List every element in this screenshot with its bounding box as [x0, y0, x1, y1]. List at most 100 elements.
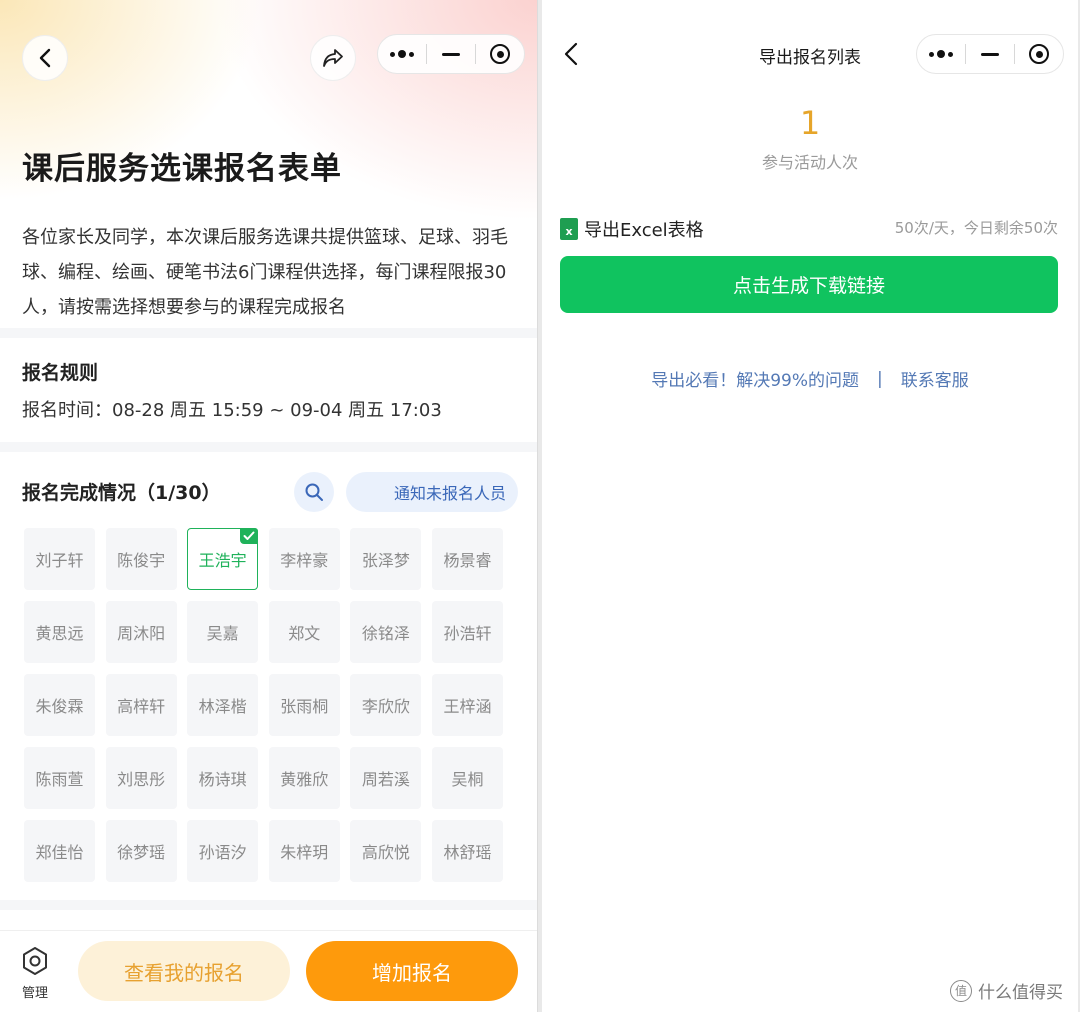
export-quota: 50次/天，今日剩余50次	[894, 219, 1058, 237]
participant-name: 周沐阳	[117, 624, 166, 643]
participant-chip[interactable]: 朱俊霖	[24, 674, 95, 736]
link-separator: |	[877, 368, 883, 389]
participant-chip[interactable]: 郑文	[268, 601, 340, 663]
participant-name: 李梓豪	[280, 551, 329, 570]
participant-chip[interactable]: 李欣欣	[350, 674, 422, 736]
participants-label: 参与活动人次	[761, 153, 858, 172]
section-divider	[0, 328, 537, 338]
minimize-icon	[981, 52, 999, 56]
watermark-logo-icon: 值	[950, 979, 972, 1002]
participant-chip[interactable]: 陈雨萱	[24, 747, 95, 809]
miniprogram-capsule	[916, 34, 1064, 74]
manage-label: 管理	[21, 986, 48, 1001]
signup-form-panel: 课后服务选课报名表单 各位家长及同学，本次课后服务选课共提供篮球、足球、羽毛球、…	[0, 0, 538, 1012]
participant-name: 郑文	[288, 624, 321, 643]
export-help-link[interactable]: 导出必看！解决99%的问题	[651, 366, 859, 391]
participant-chip[interactable]: 孙语汐	[187, 820, 259, 882]
participant-name: 孙浩轩	[443, 624, 492, 643]
share-button[interactable]	[310, 35, 356, 81]
hexagon-settings-icon	[23, 947, 47, 975]
search-icon	[305, 483, 323, 501]
participant-chip[interactable]: 陈俊宇	[105, 528, 177, 590]
add-signup-button[interactable]: 增加报名	[306, 941, 518, 1001]
view-my-signup-button[interactable]: 查看我的报名	[78, 941, 290, 1001]
participant-name: 高欣悦	[361, 843, 410, 862]
target-circle-icon	[490, 44, 510, 64]
participant-chip[interactable]: 周若溪	[350, 747, 422, 809]
participant-chip[interactable]: 吴嘉	[187, 601, 259, 663]
participant-name: 吴桐	[451, 770, 484, 789]
participant-chip[interactable]: 王浩宇	[187, 528, 259, 590]
generate-download-link-button[interactable]: 点击生成下载链接	[560, 256, 1058, 313]
export-excel-label: 导出Excel表格	[584, 220, 704, 241]
miniprogram-capsule	[377, 34, 525, 74]
export-list-panel: 导出报名列表 1 参与活动人次 x 导出Excel表格 50次/天，今日剩余50…	[542, 0, 1078, 1012]
participant-name: 林泽楷	[198, 697, 247, 716]
close-miniprogram-button[interactable]	[1015, 34, 1063, 74]
participant-chip[interactable]: 高欣悦	[350, 820, 422, 882]
participant-chip[interactable]: 朱梓玥	[268, 820, 340, 882]
more-menu-button[interactable]	[917, 34, 965, 74]
participant-chip[interactable]: 林泽楷	[187, 674, 259, 736]
participant-chip[interactable]: 刘思彤	[105, 747, 177, 809]
participant-chip[interactable]: 黄思远	[24, 601, 95, 663]
contact-support-link[interactable]: 联系客服	[901, 366, 969, 391]
more-dots-icon	[929, 50, 953, 58]
back-button[interactable]	[22, 35, 68, 81]
minimize-button[interactable]	[427, 34, 475, 74]
participant-name: 李欣欣	[361, 697, 410, 716]
signup-time: 报名时间：08-28 周五 15:59 ~ 09-04 周五 17:03	[22, 400, 442, 421]
participant-chip[interactable]: 王梓涵	[431, 674, 503, 736]
participant-name: 高梓轩	[117, 697, 166, 716]
participant-chip[interactable]: 林舒瑶	[431, 820, 503, 882]
participant-chip[interactable]: 张雨桐	[268, 674, 340, 736]
participant-name: 孙语汐	[198, 843, 247, 862]
help-links: 导出必看！解决99%的问题 | 联系客服	[542, 366, 1078, 392]
export-excel-row: x 导出Excel表格	[560, 216, 704, 242]
participant-chip[interactable]: 郑佳怡	[24, 820, 95, 882]
excel-file-icon: x	[560, 218, 578, 240]
participant-chip[interactable]: 周沐阳	[105, 601, 177, 663]
participant-name: 郑佳怡	[35, 843, 84, 862]
participant-name: 杨景睿	[443, 551, 492, 570]
section-divider	[0, 900, 537, 910]
participant-chip[interactable]: 黄雅欣	[268, 747, 340, 809]
form-description: 各位家长及同学，本次课后服务选课共提供篮球、足球、羽毛球、编程、绘画、硬笔书法6…	[22, 227, 508, 318]
participant-name: 王浩宇	[198, 551, 247, 570]
participant-name: 王梓涵	[443, 697, 492, 716]
more-menu-button[interactable]	[378, 34, 426, 74]
participant-chip[interactable]: 张泽梦	[350, 528, 422, 590]
participant-name: 刘思彤	[117, 770, 166, 789]
participant-chip[interactable]: 杨诗琪	[187, 747, 259, 809]
form-title: 课后服务选课报名表单	[22, 151, 342, 187]
participant-chip[interactable]: 杨景睿	[431, 528, 503, 590]
participant-chip[interactable]: 孙浩轩	[431, 601, 503, 663]
participant-name: 吴嘉	[206, 624, 239, 643]
watermark: 值 什么值得买	[950, 978, 1063, 1003]
participant-chip[interactable]: 吴桐	[431, 747, 503, 809]
participant-chip[interactable]: 高梓轩	[105, 674, 177, 736]
participant-chip[interactable]: 李梓豪	[268, 528, 340, 590]
participants-count: 1	[799, 104, 821, 142]
participant-name: 林舒瑶	[443, 843, 492, 862]
participant-name: 杨诗琪	[198, 770, 247, 789]
close-miniprogram-button[interactable]	[476, 34, 524, 74]
participant-chip[interactable]: 徐梦瑶	[105, 820, 177, 882]
search-button[interactable]	[294, 472, 334, 512]
rules-heading: 报名规则	[22, 362, 99, 384]
checkmark-icon	[240, 528, 259, 544]
completion-status-heading: 报名完成情况（1/30）	[22, 482, 221, 504]
participant-name: 周若溪	[361, 770, 410, 789]
minimize-button[interactable]	[966, 34, 1014, 74]
participant-chip[interactable]: 徐铭泽	[350, 601, 422, 663]
participant-name: 徐铭泽	[361, 624, 410, 643]
manage-button[interactable]: 管理	[14, 946, 56, 1001]
participant-name: 朱梓玥	[280, 843, 329, 862]
more-dots-icon	[390, 50, 414, 58]
participant-name: 徐梦瑶	[117, 843, 166, 862]
participant-name: 刘子轩	[35, 551, 84, 570]
notify-unregistered-button[interactable]: 通知未报名人员	[346, 472, 518, 512]
participant-chip[interactable]: 刘子轩	[24, 528, 95, 590]
participant-name: 张雨桐	[280, 697, 329, 716]
participant-name: 陈雨萱	[35, 770, 84, 789]
